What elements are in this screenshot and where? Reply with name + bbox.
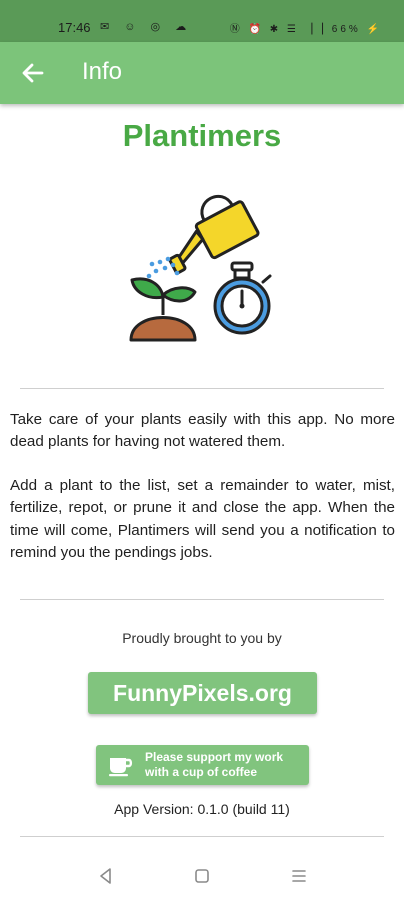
nav-home-icon — [195, 869, 209, 883]
app-bar: Info — [0, 42, 404, 104]
app-version: App Version: 0.1.0 (build 11) — [114, 801, 290, 817]
system-navigation-bar — [0, 854, 404, 900]
nav-menu-icon — [292, 870, 306, 882]
app-name: Plantimers — [122, 118, 282, 153]
coffee-cup-icon — [109, 758, 133, 777]
divider — [20, 388, 384, 389]
credits-label: Proudly brought to you by — [122, 630, 282, 646]
nav-menu-button[interactable] — [289, 866, 309, 886]
nav-back-icon — [100, 868, 111, 884]
buy-coffee-button[interactable]: Please support my work with a cup of cof… — [96, 745, 309, 785]
arrow-left-icon — [22, 63, 44, 83]
divider — [20, 836, 384, 837]
notification-icons: ✉ ☺ ◎ ☁ — [100, 21, 193, 33]
description-paragraph: Add a plant to the list, set a remainder… — [10, 477, 395, 561]
back-button[interactable] — [16, 56, 50, 90]
system-status-icons: Ⓝ ⏰ ✱ ☰ ▕▕ 66% ⚡ — [229, 24, 382, 35]
page-title: Info — [82, 58, 123, 85]
website-button[interactable]: FunnyPixels.org — [88, 672, 317, 714]
info-content[interactable]: Plantimers Take care of your plants easi… — [0, 104, 404, 854]
coffee-button-label: Please support my work with a cup of cof… — [145, 750, 305, 780]
coffee-button-line-2: with a cup of coffee — [145, 765, 258, 779]
nav-home-button[interactable] — [192, 866, 212, 886]
status-time: 17:46 — [58, 20, 91, 35]
divider — [20, 599, 384, 600]
plant-watering-can-stopwatch-icon — [129, 194, 272, 342]
description-paragraph: Take care of your plants easily with thi… — [10, 411, 395, 451]
status-bar: 17:46 ✉ ☺ ◎ ☁ Ⓝ ⏰ ✱ ☰ ▕▕ 66% ⚡ — [0, 0, 404, 42]
coffee-button-line-1: Please support my work — [145, 750, 284, 764]
nav-back-button[interactable] — [96, 866, 116, 886]
